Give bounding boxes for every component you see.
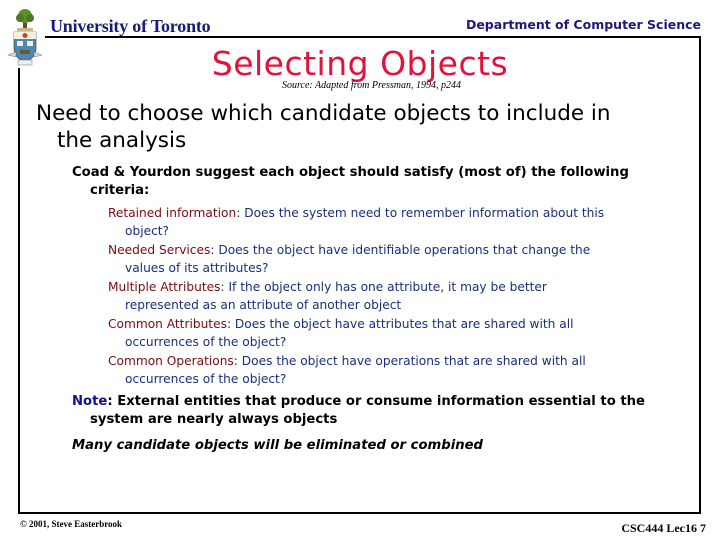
criterion-separator: : xyxy=(233,354,242,368)
main-bullet-line1: Need to choose which candidate objects t… xyxy=(36,101,611,126)
criterion-key: Needed Services xyxy=(108,243,211,257)
criterion-text-cont: occurrences of the object? xyxy=(125,372,287,386)
criterion-text-cont: represented as an attribute of another o… xyxy=(125,298,402,312)
main-bullet-line2: the analysis xyxy=(57,128,187,153)
department-name: Department of Computer Science xyxy=(465,17,701,32)
criterion-text: Does the object have identifiable operat… xyxy=(218,243,591,257)
frame-right-border xyxy=(699,36,701,514)
criterion-text-cont: object? xyxy=(125,224,170,238)
main-bullet: Need to choose which candidate objects t… xyxy=(36,100,696,154)
criterion-key: Common Operations xyxy=(108,354,234,368)
criterion-key: Common Attributes xyxy=(108,317,227,331)
criterion-item: Needed Services: Does the object have id… xyxy=(108,241,678,277)
criterion-separator: : xyxy=(226,317,235,331)
criterion-item: Common Operations: Does the object have … xyxy=(108,352,678,388)
note-separator: : xyxy=(107,394,118,409)
source-citation: Source: Adapted from Pressman, 1994, p24… xyxy=(282,80,461,91)
note-text-cont: system are nearly always objects xyxy=(90,412,338,427)
criterion-text-cont: values of its attributes? xyxy=(125,261,269,275)
frame-left-border xyxy=(18,68,20,514)
sub-bullet-line1: Coad & Yourdon suggest each object shoul… xyxy=(72,165,629,180)
final-bullet: Many candidate objects will be eliminate… xyxy=(72,438,483,453)
criterion-item: Multiple Attributes: If the object only … xyxy=(108,278,678,314)
note-text: External entities that produce or consum… xyxy=(117,394,645,409)
criterion-text: Does the object have operations that are… xyxy=(241,354,586,368)
note-bullet: Note: External entities that produce or … xyxy=(72,393,672,429)
criterion-item: Common Attributes: Does the object have … xyxy=(108,315,678,351)
criterion-key: Retained information xyxy=(108,206,237,220)
criterion-text: Does the object have attributes that are… xyxy=(234,317,574,331)
frame-bottom-border xyxy=(18,512,701,514)
criterion-text: Does the system need to remember informa… xyxy=(244,206,605,220)
sub-bullet: Coad & Yourdon suggest each object shoul… xyxy=(72,164,672,200)
university-name: University of Toronto xyxy=(50,16,211,36)
note-label: Note xyxy=(72,394,108,409)
frame-top-border xyxy=(45,36,701,38)
criterion-key: Multiple Attributes xyxy=(108,280,221,294)
slide-number-footer: CSC444 Lec16 7 xyxy=(621,521,706,535)
slide-title: Selecting Objects xyxy=(211,44,509,83)
sub-bullet-line2: criteria: xyxy=(90,183,150,198)
criterion-text-cont: occurrences of the object? xyxy=(125,335,287,349)
copyright-footer: © 2001, Steve Easterbrook xyxy=(20,519,123,529)
criterion-text: If the object only has one attribute, it… xyxy=(228,280,547,294)
criterion-item: Retained information: Does the system ne… xyxy=(108,204,678,240)
